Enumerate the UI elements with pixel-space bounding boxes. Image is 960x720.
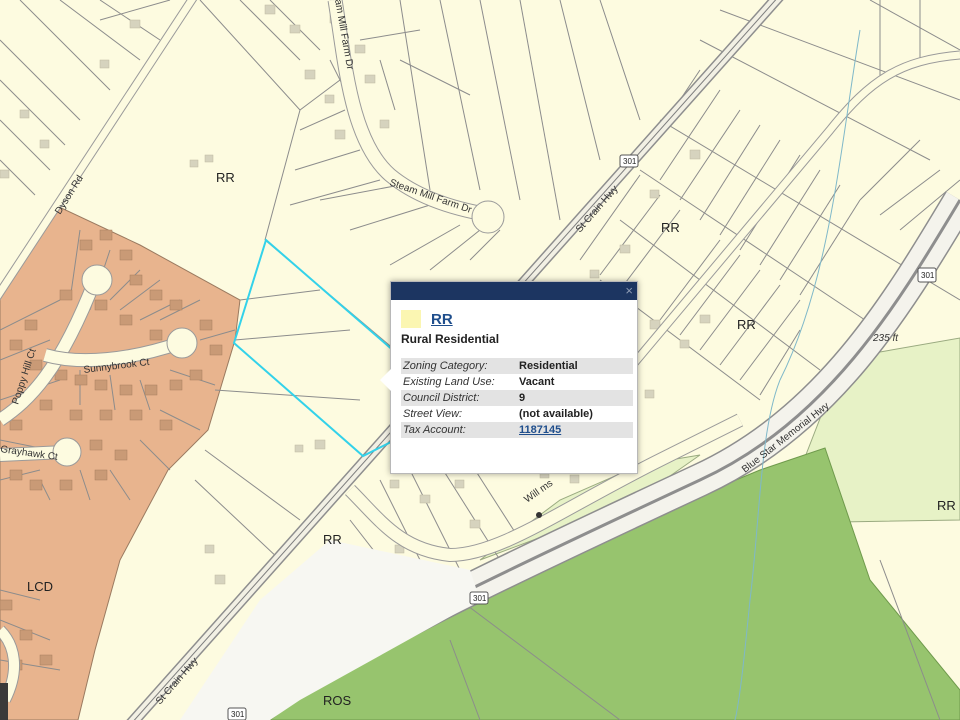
map-edge-control[interactable] bbox=[0, 683, 8, 720]
popup-header: × bbox=[391, 282, 637, 300]
tax-account-link[interactable]: 1187145 bbox=[519, 424, 561, 436]
close-icon[interactable]: × bbox=[625, 282, 633, 300]
attribute-value: 9 bbox=[517, 390, 633, 406]
attribute-value: 1187145 bbox=[517, 422, 633, 438]
attribute-key: Tax Account: bbox=[401, 422, 517, 438]
attribute-key: Street View: bbox=[403, 408, 463, 420]
zone-label-rr: RR bbox=[216, 170, 235, 185]
attribute-value: Residential bbox=[517, 358, 633, 374]
route-shield-301: 301 bbox=[917, 267, 937, 283]
zone-name: Rural Residential bbox=[401, 332, 500, 346]
attribute-key: Council District: bbox=[401, 390, 517, 406]
table-row: Tax Account: 1187145 bbox=[401, 422, 633, 438]
point-marker bbox=[536, 512, 542, 518]
popup-body: RR Rural Residential Zoning Category: Re… bbox=[391, 300, 637, 438]
feature-info-popup: × RR Rural Residential Zoning Category: … bbox=[380, 281, 638, 474]
zone-label-lcd: LCD bbox=[27, 579, 53, 594]
attribute-key: Existing Land Use: bbox=[403, 376, 495, 388]
zone-color-swatch bbox=[401, 310, 421, 328]
zone-label-rr: RR bbox=[937, 498, 956, 513]
popup-pointer bbox=[380, 369, 391, 391]
zone-label-rr: RR bbox=[661, 220, 680, 235]
table-row: Council District: 9 bbox=[401, 390, 633, 406]
zone-label-rr: RR bbox=[737, 317, 756, 332]
attribute-value: Vacant bbox=[519, 376, 555, 388]
route-shield-301: 301 bbox=[227, 707, 247, 720]
zone-label-ros: ROS bbox=[323, 693, 352, 708]
attribute-value: (not available) bbox=[519, 408, 593, 420]
zone-label-rr: RR bbox=[323, 532, 342, 547]
svg-text:301: 301 bbox=[231, 710, 245, 719]
attribute-key: Zoning Category: bbox=[401, 358, 517, 374]
table-row: Street View: (not available) bbox=[401, 406, 633, 422]
zone-code-link[interactable]: RR bbox=[431, 311, 453, 328]
attribute-table: Zoning Category: Residential Existing La… bbox=[401, 358, 633, 438]
route-shield-301: 301 bbox=[469, 591, 489, 605]
popup-title-row: RR bbox=[401, 308, 627, 330]
svg-text:301: 301 bbox=[473, 594, 487, 603]
elevation-label: 235 ft bbox=[872, 333, 899, 344]
svg-text:301: 301 bbox=[623, 157, 637, 166]
table-row: Zoning Category: Residential bbox=[401, 358, 633, 374]
route-shield-301: 301 bbox=[619, 154, 639, 168]
table-row: Existing Land Use: Vacant bbox=[401, 374, 633, 390]
svg-text:301: 301 bbox=[921, 271, 935, 280]
